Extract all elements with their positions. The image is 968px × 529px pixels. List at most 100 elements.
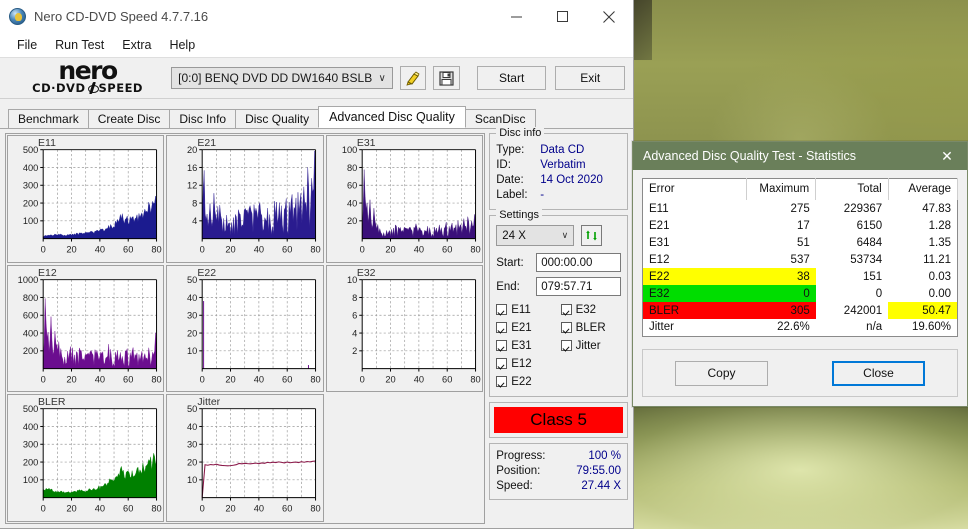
svg-text:12: 12 xyxy=(187,181,197,191)
progress-row: Progress: 100 % xyxy=(496,449,621,464)
checkbox-spacer xyxy=(561,355,621,372)
nero-logo: nero CD·DVD SPEED xyxy=(18,58,157,96)
start-button[interactable]: Start xyxy=(476,66,547,90)
statistics-dialog-title-bar: Advanced Disc Quality Test - Statistics … xyxy=(633,142,967,170)
close-button[interactable]: Close xyxy=(832,360,925,386)
svg-text:20: 20 xyxy=(347,216,357,226)
column-header-maximum: Maximum xyxy=(746,178,817,200)
table-row[interactable]: E22 38 151 0.03 xyxy=(642,268,958,285)
maximize-button[interactable] xyxy=(539,0,585,33)
svg-text:0: 0 xyxy=(200,374,205,384)
svg-text:60: 60 xyxy=(123,504,133,514)
exit-button[interactable]: Exit xyxy=(555,66,626,90)
chevron-down-icon: ∨ xyxy=(561,230,569,240)
speed-select[interactable]: 24 X ∨ xyxy=(496,225,575,246)
cell-total: n/a xyxy=(866,321,883,334)
chevron-down-icon: ∨ xyxy=(378,72,386,84)
svg-text:400: 400 xyxy=(23,163,38,173)
svg-text:60: 60 xyxy=(347,181,357,191)
refresh-button[interactable] xyxy=(581,225,603,246)
title-bar: Nero CD-DVD Speed 4.7.7.16 xyxy=(0,0,633,33)
checkbox-e32[interactable]: E32 xyxy=(560,301,621,318)
svg-text:80: 80 xyxy=(470,244,480,254)
cell-average: 1.28 xyxy=(928,219,951,232)
drive-select[interactable]: [0:0] BENQ DVD DD DW1640 BSLB ∨ xyxy=(171,67,393,89)
svg-text:40: 40 xyxy=(347,198,357,208)
statistics-dialog-footer: Copy Close xyxy=(642,349,958,397)
checkbox-e22[interactable]: E22 xyxy=(496,373,556,390)
cell-average: 19.60% xyxy=(911,321,951,334)
column-header-error: Error xyxy=(642,178,747,200)
checkbox-jitter[interactable]: Jitter xyxy=(560,337,621,354)
checkbox-jitter-label: Jitter xyxy=(575,339,601,352)
statistics-table-body: E11 275 229367 47.83 E21 17 6150 1.28 E31 51 6484 1… xyxy=(642,200,958,336)
nero-slash-icon xyxy=(87,82,99,94)
nero-main-window: Nero CD-DVD Speed 4.7.7.16 File Run Test… xyxy=(0,0,634,529)
svg-text:0: 0 xyxy=(200,504,205,514)
svg-text:200: 200 xyxy=(23,198,38,208)
chart-plot-jitter: 10 20 30 40 50 0 20 40 60 80 xyxy=(187,404,321,514)
menu-file[interactable]: File xyxy=(8,35,46,55)
chart-e32: E32 2 4 6 8 10 0 20 40 60 80 xyxy=(325,264,484,393)
table-row[interactable]: BLER 305 242001 50.47 xyxy=(642,302,958,319)
tab-disc-quality[interactable]: Disc Quality xyxy=(235,109,320,128)
check-mark-icon xyxy=(496,304,508,315)
tool-bar: nero CD·DVD SPEED [0:0] BENQ DVD DD DW16… xyxy=(0,58,633,99)
tab-create-disc[interactable]: Create Disc xyxy=(87,109,171,128)
tab-benchmark[interactable]: Benchmark xyxy=(8,109,89,128)
cell-maximum: 38 xyxy=(746,268,816,285)
tab-content: E11 100 200 300 400 500 0 20 40 60 80 E21 4 8 12 16 2… xyxy=(0,127,633,526)
minimize-button[interactable] xyxy=(493,0,539,33)
svg-text:40: 40 xyxy=(254,244,264,254)
eject-button[interactable] xyxy=(399,66,427,90)
cell-maximum: 51 xyxy=(796,236,810,249)
cell-total: 242001 xyxy=(843,304,883,317)
svg-text:30: 30 xyxy=(187,440,197,450)
table-row[interactable]: E32 0 0 0.00 xyxy=(642,285,958,302)
disc-info-row-type: Type: Data CD xyxy=(496,143,621,158)
tab-advanced-disc-quality[interactable]: Advanced Disc Quality xyxy=(318,106,466,128)
menu-help[interactable]: Help xyxy=(160,35,204,55)
chart-plot-e11: 100 200 300 400 500 0 20 40 60 80 xyxy=(23,145,162,254)
cell-total: 151 xyxy=(862,270,883,283)
copy-button[interactable]: Copy xyxy=(675,360,768,386)
tab-scandisc[interactable]: ScanDisc xyxy=(464,109,536,128)
svg-text:200: 200 xyxy=(23,346,38,356)
svg-text:80: 80 xyxy=(470,374,480,384)
svg-text:0: 0 xyxy=(41,504,46,514)
svg-text:80: 80 xyxy=(151,374,161,384)
svg-text:100: 100 xyxy=(342,145,357,155)
table-row[interactable]: E31 51 6484 1.35 xyxy=(643,234,958,251)
save-button[interactable] xyxy=(433,66,460,90)
svg-text:6: 6 xyxy=(352,310,357,320)
checkbox-bler[interactable]: BLER xyxy=(560,319,621,336)
side-panel: Disc info Type: Data CD ID: Verbatim Dat… xyxy=(489,127,628,522)
settings-group: Settings 24 X ∨ Start: 000:00.00 End: 07… xyxy=(489,209,628,397)
checkbox-e31[interactable]: E31 xyxy=(496,337,556,354)
table-row[interactable]: E21 17 6150 1.28 xyxy=(643,217,958,234)
checkbox-e21[interactable]: E21 xyxy=(496,319,556,336)
statistics-dialog: Advanced Disc Quality Test - Statistics … xyxy=(632,141,968,407)
close-icon[interactable]: ✕ xyxy=(927,142,967,170)
menu-extra[interactable]: Extra xyxy=(113,35,160,55)
table-row[interactable]: Jitter 22.6% n/a 19.60% xyxy=(643,319,958,336)
chart-plot-e21: 4 8 12 16 20 0 20 40 60 80 xyxy=(187,145,321,254)
svg-text:800: 800 xyxy=(23,292,38,302)
checkbox-e11[interactable]: E11 xyxy=(496,301,556,318)
close-button[interactable] xyxy=(585,0,633,33)
svg-text:80: 80 xyxy=(151,244,161,254)
nero-logo-subtitle: CD·DVD SPEED xyxy=(18,81,157,95)
speed-status-label: Speed: xyxy=(496,480,533,492)
start-input[interactable]: 000:00.00 xyxy=(536,253,621,272)
chart-plot-e12: 200 400 600 800 1000 0 20 40 60 80 xyxy=(18,275,162,384)
table-row[interactable]: E12 537 53734 11.21 xyxy=(643,251,958,268)
progress-group: Progress: 100 % Position: 79:55.00 Speed… xyxy=(489,443,628,500)
svg-text:20: 20 xyxy=(385,374,395,384)
menu-run-test[interactable]: Run Test xyxy=(46,35,113,55)
disc-info-value-type: Data CD xyxy=(540,144,585,156)
check-mark-icon xyxy=(496,358,508,369)
tab-disc-info[interactable]: Disc Info xyxy=(169,109,237,128)
checkbox-e12[interactable]: E12 xyxy=(496,355,556,372)
table-row[interactable]: E11 275 229367 47.83 xyxy=(643,200,958,217)
end-input[interactable]: 079:57.71 xyxy=(536,277,621,296)
